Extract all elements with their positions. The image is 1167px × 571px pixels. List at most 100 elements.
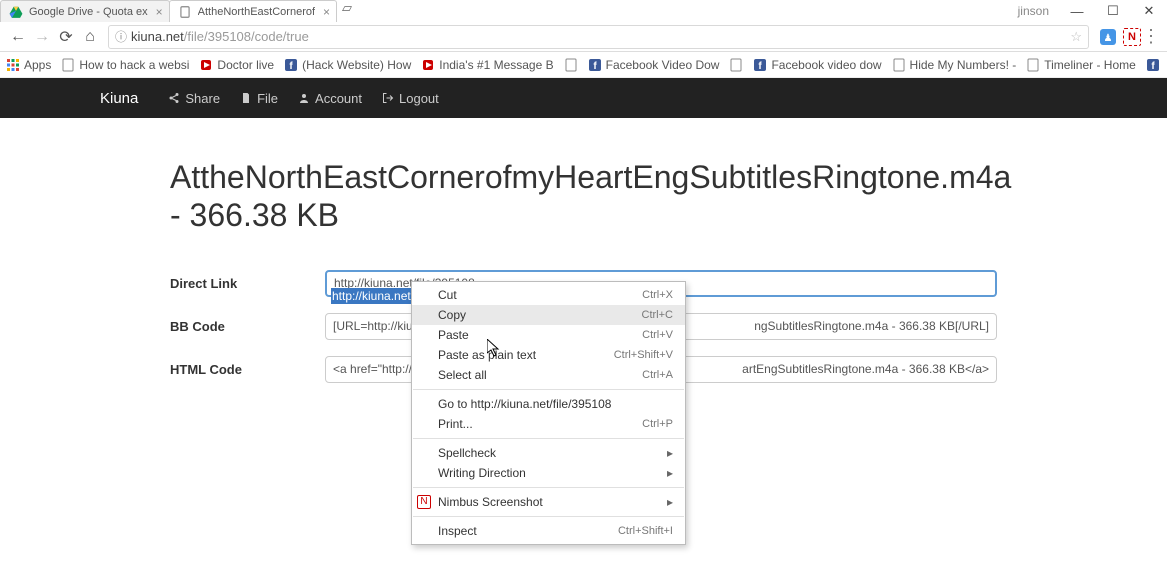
chevron-right-icon: ▸ (667, 446, 673, 460)
page-title: AttheNorthEastCornerofmyHeartEngSubtitle… (170, 158, 997, 235)
ctx-label: Cut (438, 288, 457, 302)
file-link[interactable]: File (240, 91, 278, 106)
html-visible-right: artEngSubtitlesRingtone.m4a - 366.38 KB<… (742, 362, 989, 376)
url-path: /file/395108/code/true (184, 29, 309, 44)
brand[interactable]: Kiuna (100, 90, 138, 107)
nav-label: Share (185, 91, 220, 106)
bookmark-item[interactable]: fFacebook video dow (753, 58, 881, 72)
bookmark-item[interactable] (729, 58, 743, 72)
nav-label: Logout (399, 91, 439, 106)
bookmark-item[interactable]: f (1146, 58, 1164, 72)
back-button[interactable]: ← (6, 25, 30, 49)
ctx-copy[interactable]: CopyCtrl+C (412, 305, 685, 325)
ctx-paste-plain[interactable]: Paste as plain text Ctrl+Shift+V (412, 345, 685, 365)
bookmarks-bar: Apps How to hack a websi Doctor live f(H… (0, 52, 1167, 78)
maximize-button[interactable]: ☐ (1095, 3, 1131, 19)
ctx-inspect[interactable]: Inspect Ctrl+Shift+I (412, 521, 685, 541)
close-icon[interactable]: × (156, 5, 163, 19)
svg-text:♟: ♟ (1104, 33, 1113, 44)
ctx-label: Print... (438, 417, 473, 431)
ctx-label: Inspect (438, 524, 477, 538)
nimbus-extension-icon[interactable]: N (1123, 28, 1141, 46)
bookmark-star-icon[interactable]: ☆ (1070, 29, 1082, 45)
ctx-goto[interactable]: Go to http://kiuna.net/file/395108 (412, 394, 685, 414)
bookmark-label: Doctor live (217, 58, 274, 72)
ctx-print[interactable]: Print... Ctrl+P (412, 414, 685, 434)
close-icon[interactable]: × (323, 5, 330, 19)
ctx-label: Go to http://kiuna.net/file/395108 (438, 397, 611, 411)
account-link[interactable]: Account (298, 91, 362, 106)
apps-button[interactable]: Apps (6, 58, 51, 72)
nav-label: File (257, 91, 278, 106)
chevron-right-icon: ▸ (667, 495, 673, 509)
nav-label: Account (315, 91, 362, 106)
extension-icon[interactable]: ♟ (1099, 28, 1117, 46)
ctx-spellcheck[interactable]: Spellcheck ▸ (412, 443, 685, 463)
forward-button[interactable]: → (30, 25, 54, 49)
minimize-button[interactable]: — (1059, 4, 1095, 19)
ctx-paste[interactable]: Paste Ctrl+V (412, 325, 685, 345)
ctx-label: Paste as plain text (438, 348, 536, 362)
context-menu: Cut Ctrl+X CopyCtrl+C Paste Ctrl+V Paste a… (411, 281, 686, 545)
tab-strip: Google Drive - Quota ex × AttheNorthEast… (0, 0, 356, 22)
ctx-label: Nimbus Screenshot (438, 495, 543, 509)
ctx-shortcut: Ctrl+X (642, 289, 673, 301)
titlebar: Google Drive - Quota ex × AttheNorthEast… (0, 0, 1167, 22)
chevron-right-icon: ▸ (667, 466, 673, 480)
separator (413, 487, 684, 488)
ctx-label: Select all (438, 368, 487, 382)
share-link[interactable]: Share (168, 91, 220, 106)
bookmark-item[interactable]: f(Hack Website) How (284, 58, 411, 72)
bookmark-item[interactable]: Doctor live (199, 58, 274, 72)
url-host: kiuna.net (131, 29, 184, 44)
ctx-label: Paste (438, 328, 469, 342)
apps-label: Apps (24, 58, 51, 72)
browser-toolbar: ← → ⟳ ⌂ ⓘ kiuna.net/file/395108/code/tru… (0, 22, 1167, 52)
tab-label: AttheNorthEastCornerof (198, 6, 315, 18)
drive-icon (9, 5, 23, 19)
ctx-label: Spellcheck (438, 446, 496, 460)
ctx-nimbus[interactable]: N Nimbus Screenshot ▸ (412, 492, 685, 512)
ctx-select-all[interactable]: Select allCtrl+A (412, 365, 685, 385)
user-label[interactable]: jinson (1018, 4, 1049, 18)
bookmark-label: (Hack Website) How (302, 58, 411, 72)
new-tab-button[interactable]: ▱ (338, 0, 356, 22)
ctx-shortcut: Ctrl+Shift+V (614, 349, 673, 361)
ctx-cut[interactable]: Cut Ctrl+X (412, 285, 685, 305)
reload-button[interactable]: ⟳ (54, 25, 78, 49)
bookmark-item[interactable] (564, 58, 578, 72)
bookmark-item[interactable]: How to hack a websi (61, 58, 189, 72)
ctx-label: Copy (438, 308, 466, 322)
bb-visible-left: [URL=http://kiu (333, 319, 413, 333)
bookmark-item[interactable]: fFacebook Video Dow (588, 58, 720, 72)
site-navbar: Kiuna Share File Account Logout (0, 78, 1167, 118)
home-button[interactable]: ⌂ (78, 25, 102, 49)
bookmark-item[interactable]: Hide My Numbers! - (892, 58, 1017, 72)
bookmark-label: Facebook Video Dow (606, 58, 720, 72)
window-user-area: jinson — ☐ ✕ (1018, 0, 1167, 22)
ctx-writing-direction[interactable]: Writing Direction▸ (412, 463, 685, 483)
close-button[interactable]: ✕ (1131, 3, 1167, 19)
bookmark-label: How to hack a websi (79, 58, 189, 72)
extension-area: ♟ N (1099, 28, 1141, 46)
tab-kiuna[interactable]: AttheNorthEastCornerof × (169, 0, 337, 22)
bookmark-label: India's #1 Message B (439, 58, 553, 72)
bookmark-item[interactable]: Timeliner - Home (1026, 58, 1136, 72)
ctx-shortcut: Ctrl+Shift+I (618, 525, 673, 537)
tab-drive[interactable]: Google Drive - Quota ex × (0, 0, 170, 22)
separator (413, 438, 684, 439)
bookmark-label: Facebook video dow (771, 58, 881, 72)
page-icon (178, 5, 192, 19)
separator (413, 389, 684, 390)
address-bar[interactable]: ⓘ kiuna.net/file/395108/code/true ☆ (108, 25, 1089, 49)
ctx-shortcut: Ctrl+V (642, 329, 673, 341)
nimbus-icon: N (417, 495, 431, 509)
logout-link[interactable]: Logout (382, 91, 439, 106)
separator (413, 516, 684, 517)
bookmark-label: Timeliner - Home (1044, 58, 1136, 72)
bookmark-label: Hide My Numbers! - (910, 58, 1017, 72)
ctx-shortcut: Ctrl+P (642, 418, 673, 430)
browser-menu-button[interactable]: ⋮ (1141, 26, 1161, 47)
bb-visible-right: ngSubtitlesRingtone.m4a - 366.38 KB[/URL… (754, 319, 989, 333)
bookmark-item[interactable]: India's #1 Message B (421, 58, 553, 72)
